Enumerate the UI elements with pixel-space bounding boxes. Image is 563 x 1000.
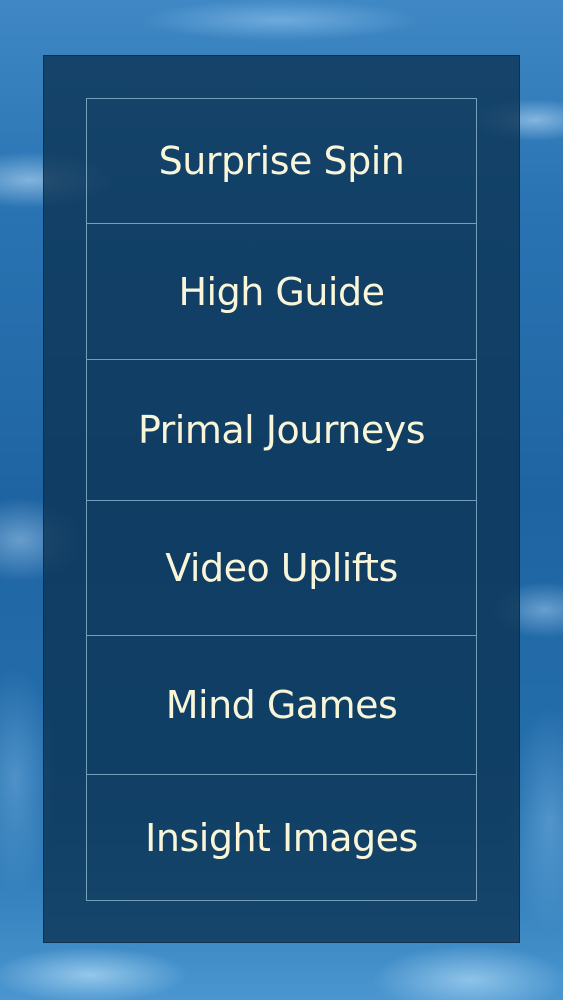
menu-item-video-uplifts[interactable]: Video Uplifts [87,501,476,636]
menu-item-mind-games[interactable]: Mind Games [87,636,476,776]
menu-item-label: High Guide [178,269,385,314]
menu-item-label: Video Uplifts [165,545,398,590]
menu-item-label: Mind Games [165,683,398,727]
menu-item-label: Insight Images [145,815,418,860]
menu-item-insight-images[interactable]: Insight Images [87,775,476,900]
main-menu: Surprise Spin High Guide Primal Journeys… [86,98,477,901]
menu-item-primal-journeys[interactable]: Primal Journeys [87,360,476,501]
menu-item-surprise-spin[interactable]: Surprise Spin [87,99,476,224]
menu-item-high-guide[interactable]: High Guide [87,224,476,361]
menu-item-label: Surprise Spin [158,138,405,183]
menu-item-label: Primal Journeys [137,408,426,453]
